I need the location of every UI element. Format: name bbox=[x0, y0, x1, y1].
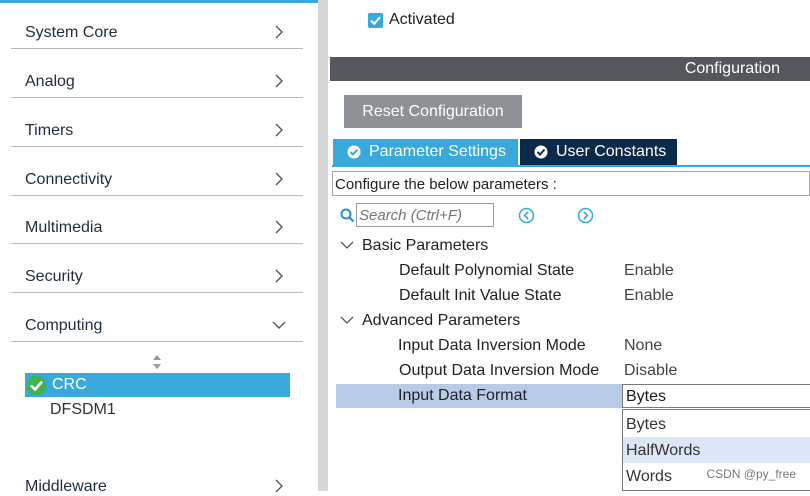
input-data-format-select[interactable]: Bytes bbox=[622, 384, 810, 408]
category-label: Security bbox=[25, 268, 83, 285]
category-label: Connectivity bbox=[25, 171, 113, 188]
chevron-down-icon[interactable] bbox=[340, 315, 354, 325]
category-label: Computing bbox=[25, 317, 103, 334]
category-connectivity[interactable]: Connectivity bbox=[11, 147, 303, 196]
tab-user-constants[interactable]: User Constants bbox=[520, 139, 677, 165]
watermark: CSDN @py_free bbox=[706, 467, 796, 481]
tab-underline bbox=[332, 165, 810, 167]
option-label: HalfWords bbox=[626, 442, 701, 459]
chevron-right-icon bbox=[275, 479, 283, 493]
configuration-header: Configuration bbox=[330, 57, 810, 81]
category-label: Timers bbox=[25, 122, 74, 139]
param-row-selected[interactable]: Input Data Format bbox=[336, 384, 622, 408]
dropdown-option-bytes[interactable]: Bytes bbox=[623, 411, 810, 437]
tab-label: Parameter Settings bbox=[369, 143, 506, 160]
category-system-core[interactable]: System Core bbox=[11, 0, 303, 49]
param-value[interactable]: None bbox=[624, 337, 662, 355]
check-circle-icon bbox=[26, 375, 47, 396]
instructions-text: Configure the below parameters : bbox=[335, 176, 557, 193]
param-name[interactable]: Default Polynomial State bbox=[399, 262, 574, 280]
tab-parameter-settings[interactable]: Parameter Settings bbox=[333, 139, 518, 165]
option-label: Words bbox=[626, 468, 672, 485]
category-timers[interactable]: Timers bbox=[11, 98, 303, 147]
select-value: Bytes bbox=[626, 388, 667, 405]
reset-configuration-button[interactable]: Reset Configuration bbox=[344, 95, 522, 128]
chevron-down-icon[interactable] bbox=[340, 240, 354, 250]
category-label: Middleware bbox=[25, 478, 107, 495]
chevron-right-icon bbox=[275, 25, 283, 39]
tree-item-crc[interactable]: CRC bbox=[25, 373, 290, 397]
param-name[interactable]: Default Init Value State bbox=[399, 287, 561, 305]
search-icon bbox=[340, 208, 355, 223]
param-value[interactable]: Enable bbox=[624, 287, 674, 305]
tree-item-dfsdm1[interactable]: DFSDM1 bbox=[50, 401, 116, 419]
category-label: System Core bbox=[25, 24, 118, 41]
check-circle-icon bbox=[534, 145, 548, 159]
chevron-right-icon bbox=[275, 220, 283, 234]
previous-result-icon[interactable] bbox=[518, 207, 535, 224]
group-basic-parameters[interactable]: Basic Parameters bbox=[362, 237, 488, 255]
sort-arrows-icon[interactable] bbox=[151, 354, 163, 370]
option-label: Bytes bbox=[626, 416, 667, 433]
param-name: Input Data Format bbox=[398, 387, 527, 404]
category-multimedia[interactable]: Multimedia bbox=[11, 195, 303, 244]
chevron-right-icon bbox=[275, 172, 283, 186]
tab-label: User Constants bbox=[556, 143, 667, 160]
chevron-right-icon bbox=[275, 269, 283, 283]
panel-splitter[interactable] bbox=[318, 0, 328, 491]
instructions-box: Configure the below parameters : bbox=[332, 171, 810, 196]
activated-label: Activated bbox=[389, 11, 455, 28]
category-analog[interactable]: Analog bbox=[11, 49, 303, 98]
tree-item-label: CRC bbox=[52, 376, 87, 393]
category-computing[interactable]: Computing bbox=[11, 293, 303, 342]
check-circle-icon bbox=[347, 145, 361, 159]
category-label: Multimedia bbox=[25, 219, 103, 236]
group-advanced-parameters[interactable]: Advanced Parameters bbox=[362, 312, 520, 330]
activated-checkbox[interactable] bbox=[368, 13, 383, 28]
chevron-down-icon bbox=[272, 321, 286, 329]
chevron-right-icon bbox=[275, 74, 283, 88]
next-result-icon[interactable] bbox=[577, 207, 594, 224]
category-middleware[interactable]: Middleware bbox=[11, 444, 303, 495]
search-input[interactable] bbox=[356, 203, 494, 227]
category-label: Analog bbox=[25, 73, 75, 90]
dropdown-option-halfwords[interactable]: HalfWords bbox=[623, 437, 810, 463]
chevron-right-icon bbox=[275, 123, 283, 137]
configuration-panel: Activated Configuration Reset Configurat… bbox=[328, 0, 810, 491]
param-value[interactable]: Disable bbox=[624, 362, 677, 380]
param-value[interactable]: Enable bbox=[624, 262, 674, 280]
category-security[interactable]: Security bbox=[11, 244, 303, 293]
param-name[interactable]: Output Data Inversion Mode bbox=[399, 362, 599, 380]
configuration-title: Configuration bbox=[684, 60, 780, 77]
param-name[interactable]: Input Data Inversion Mode bbox=[398, 337, 586, 355]
component-tree-panel: System Core Analog Timers Connectivity M… bbox=[0, 0, 318, 495]
